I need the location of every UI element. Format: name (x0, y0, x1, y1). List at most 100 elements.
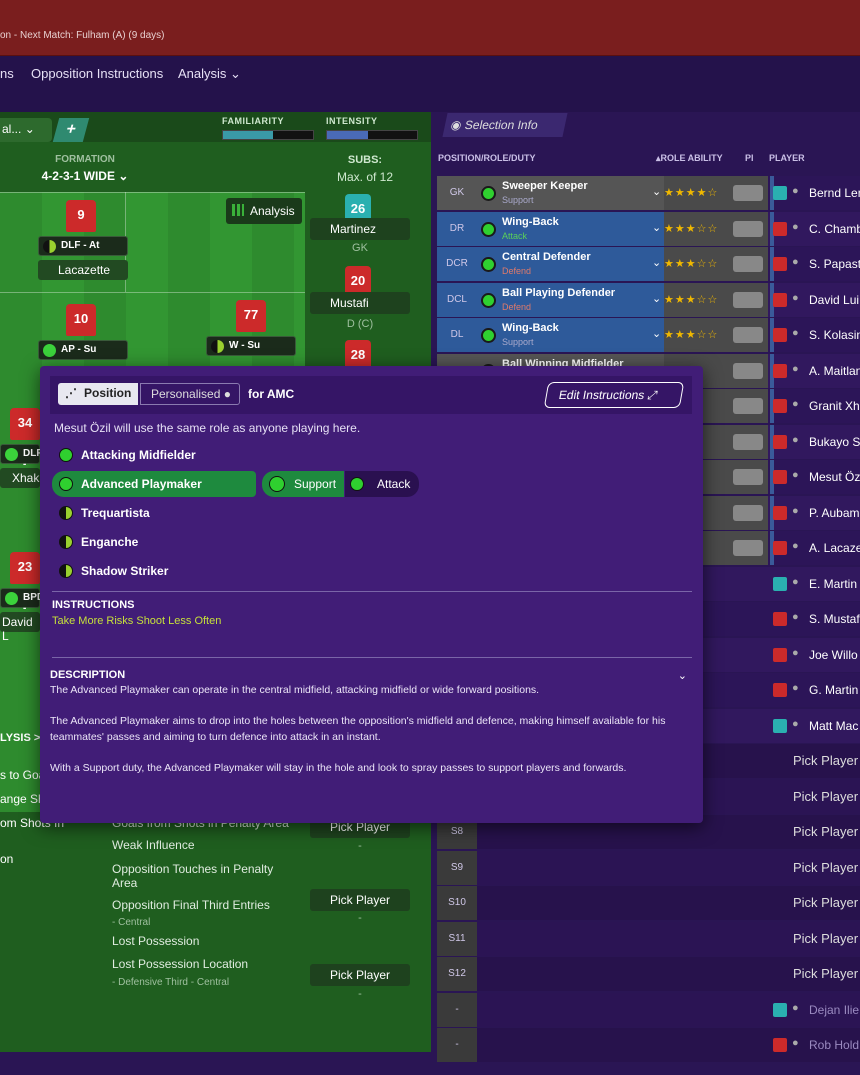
stat-item[interactable]: Lost Possession (112, 934, 199, 948)
pick-player[interactable]: Pick Player (793, 824, 858, 839)
pi-icon[interactable] (733, 433, 763, 450)
pi-icon[interactable] (733, 327, 763, 343)
pi-icon[interactable] (733, 291, 763, 308)
nav-item-instructions[interactable]: ns (0, 66, 14, 81)
chevron-down-icon[interactable]: ⌄ (678, 669, 687, 682)
player-name[interactable]: Bernd Len (809, 186, 860, 200)
selection-row[interactable]: DCR Central Defender Defend ★★★☆☆ ⌄ ● S. Papas… (437, 247, 860, 281)
tactic-dropdown[interactable]: al... ⌄ (0, 118, 52, 142)
role-selector[interactable]: DLP - (0, 444, 43, 470)
player-name[interactable]: A. Maitland (809, 364, 860, 378)
player-name[interactable]: Xhak (0, 468, 40, 488)
player-name[interactable]: P. Aubamey (809, 506, 860, 520)
player-name[interactable]: A. Lacaze (809, 541, 860, 555)
role-option-selected[interactable]: Advanced Playmaker (52, 471, 256, 497)
player-name[interactable]: G. Martin (809, 683, 858, 697)
player-shirt[interactable]: 34 (10, 408, 40, 440)
player-name[interactable]: E. Martin (809, 577, 857, 591)
stat-item[interactable]: Weak Influence (112, 838, 195, 852)
player-name[interactable]: Joe Willo (809, 648, 858, 662)
pi-icon[interactable] (733, 540, 763, 556)
player-name[interactable]: Mesut Öz (809, 470, 860, 484)
sub-player-card[interactable]: Mustafi (310, 292, 410, 314)
col-header-position[interactable]: POSITION/ROLE/DUTY (438, 153, 536, 163)
player-name[interactable]: Granit Xh (809, 399, 860, 413)
role-cell[interactable]: Wing-Back Attack (477, 211, 664, 246)
selection-row[interactable]: S12 Pick Player (437, 957, 860, 991)
selection-row[interactable]: GK Sweeper Keeper Support ★★★★☆ ⌄ ● Bernd Len (437, 176, 860, 210)
selection-row[interactable]: DL Wing-Back Support ★★★☆☆ ⌄ ● S. Kolasin (437, 318, 860, 352)
analysis-section-label[interactable]: LYSIS > (0, 732, 40, 744)
role-option[interactable]: Shadow Striker (52, 558, 168, 584)
pick-player[interactable]: Pick Player (793, 860, 858, 875)
sub-player-card[interactable]: Pick Player (310, 964, 410, 986)
pi-icon[interactable] (733, 362, 763, 379)
player-name[interactable]: S. Mustaf (809, 612, 860, 626)
tab-position[interactable]: ⋰ Position (58, 383, 138, 405)
player-shirt[interactable]: 9 (66, 200, 96, 232)
chevron-down-icon[interactable]: ⌄ (652, 256, 661, 269)
pick-player[interactable]: Pick Player (793, 789, 858, 804)
role-cell[interactable]: Wing-Back Support (477, 318, 664, 352)
player-name[interactable]: Matt Mac (809, 719, 858, 733)
chevron-down-icon[interactable]: ⌄ (652, 185, 661, 198)
add-tactic-button[interactable]: + (52, 118, 90, 142)
selection-row[interactable]: DCL Ball Playing Defender Defend ★★★☆☆ ⌄ ● Dav… (437, 282, 860, 317)
player-name[interactable]: S. Papastathop (809, 257, 860, 271)
player-name[interactable]: Dejan Ilie (809, 1003, 859, 1017)
stat-item[interactable]: Lost Possession Location (112, 957, 248, 971)
duty-support[interactable]: Support (262, 471, 344, 497)
stat-item[interactable]: Opposition Final Third Entries (112, 898, 292, 912)
player-name[interactable]: Lacazette (38, 260, 128, 280)
edit-instructions-button[interactable]: Edit Instructions ⤢ (543, 382, 685, 408)
player-name[interactable]: David Lui (809, 293, 859, 307)
player-name[interactable]: Bukayo S (809, 435, 860, 449)
selection-info-button[interactable]: ◉ Selection Info (442, 113, 568, 137)
pi-icon[interactable] (733, 220, 763, 237)
role-selector[interactable]: W - Su (206, 336, 296, 356)
selection-row[interactable]: - ● Rob Hold (437, 1028, 860, 1062)
analysis-button[interactable]: Analysis (226, 198, 302, 224)
pick-player[interactable]: Pick Player (793, 931, 858, 946)
pick-player[interactable]: Pick Player (793, 895, 858, 910)
sub-player-card[interactable]: Pick Player (310, 889, 410, 911)
role-cell[interactable]: Ball Playing Defender Defend (477, 282, 664, 317)
player-name[interactable]: David L (0, 612, 40, 643)
col-header-role-ability[interactable]: ▴ROLE ABILITY (656, 153, 723, 164)
stat-item[interactable]: Opposition Touches in Penalty Area (112, 862, 292, 890)
role-selector[interactable]: AP - Su (38, 340, 128, 360)
role-selector[interactable]: BPD - (0, 588, 44, 614)
role-option[interactable]: Attacking Midfielder (52, 442, 196, 468)
pi-icon[interactable] (733, 256, 763, 272)
pi-icon[interactable] (733, 469, 763, 485)
role-cell[interactable]: Central Defender Defend (477, 247, 664, 281)
duty-attack[interactable]: Attack (345, 471, 419, 497)
selection-row[interactable]: S11 Pick Player (437, 921, 860, 956)
chevron-down-icon[interactable]: ⌄ (652, 327, 661, 340)
role-option[interactable]: Trequartista (52, 500, 150, 526)
pi-icon[interactable] (733, 504, 763, 521)
tab-personalised[interactable]: Personalised ● (140, 383, 240, 405)
role-option[interactable]: Enganche (52, 529, 138, 555)
nav-item-opposition-instructions[interactable]: Opposition Instructions (31, 66, 163, 81)
sub-player-card[interactable]: Martinez (310, 218, 410, 240)
col-header-pi[interactable]: PI (745, 153, 754, 163)
player-shirt[interactable]: 10 (66, 304, 96, 336)
selection-row[interactable]: S9 Pick Player (437, 850, 860, 885)
player-name[interactable]: S. Kolasin (809, 328, 860, 342)
pick-player[interactable]: Pick Player (793, 753, 858, 768)
pi-icon[interactable] (733, 398, 763, 414)
selection-row[interactable]: S10 Pick Player (437, 886, 860, 920)
formation-selector[interactable]: FORMATION 4-2-3-1 WIDE ⌄ (30, 154, 140, 183)
player-name[interactable]: C. Chamb (809, 222, 860, 236)
chevron-down-icon[interactable]: ⌄ (652, 292, 661, 305)
nav-item-analysis[interactable]: Analysis ⌄ (178, 66, 241, 82)
player-shirt[interactable]: 77 (236, 300, 266, 332)
pick-player[interactable]: Pick Player (793, 966, 858, 981)
col-header-player[interactable]: PLAYER (769, 153, 805, 163)
chevron-down-icon[interactable]: ⌄ (652, 221, 661, 234)
role-selector[interactable]: DLF - At (38, 236, 128, 256)
pi-icon[interactable] (733, 185, 763, 201)
player-shirt[interactable]: 23 (10, 552, 40, 584)
selection-row[interactable]: DR Wing-Back Attack ★★★☆☆ ⌄ ● C. Chamb (437, 211, 860, 246)
